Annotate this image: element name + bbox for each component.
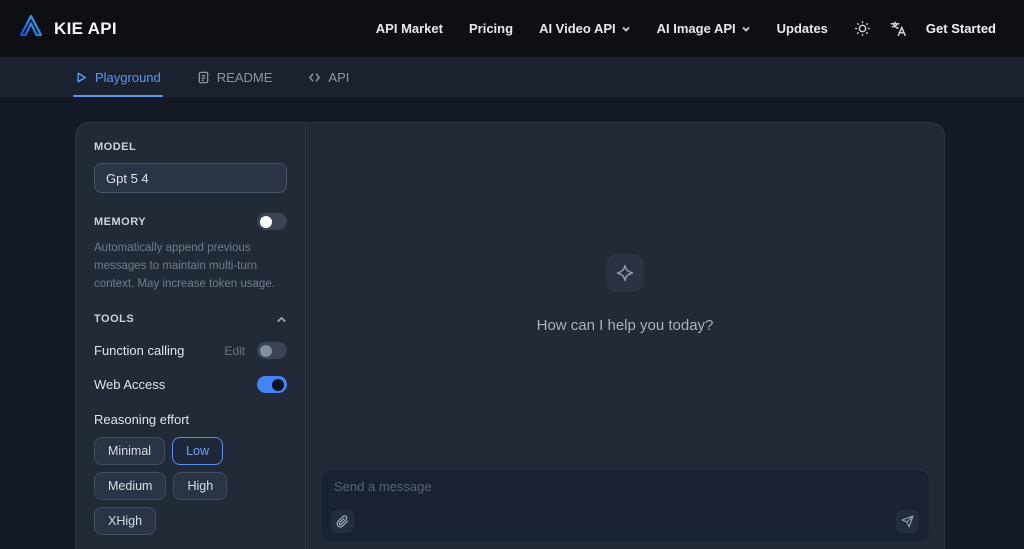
model-section-label: MODEL <box>94 141 137 153</box>
theme-toggle-sun-icon[interactable] <box>854 20 871 37</box>
sparkle-icon <box>606 254 644 292</box>
header-nav: API Market Pricing AI Video API AI Image… <box>376 21 828 36</box>
memory-toggle[interactable] <box>257 213 287 230</box>
nav-pricing[interactable]: Pricing <box>469 21 513 36</box>
message-input[interactable] <box>334 479 889 503</box>
code-brackets-icon <box>309 73 321 81</box>
reasoning-option-low[interactable]: Low <box>172 437 223 466</box>
tab-readme[interactable]: README <box>197 57 272 97</box>
web-access-toggle[interactable] <box>257 376 287 394</box>
function-calling-edit-button[interactable]: Edit <box>224 344 245 358</box>
reasoning-effort-label: Reasoning effort <box>94 412 190 428</box>
brand-name: KIE API <box>54 18 117 38</box>
playground-card: MODEL MEMORY Automatically append previo… <box>75 122 945 549</box>
web-access-label: Web Access <box>94 377 166 393</box>
settings-panel: MODEL MEMORY Automatically append previo… <box>76 123 306 549</box>
chevron-down-icon <box>621 26 630 32</box>
brand[interactable]: KIE API <box>18 13 117 44</box>
document-icon <box>198 71 209 83</box>
nav-ai-video-api[interactable]: AI Video API <box>539 21 631 36</box>
tools-section-header[interactable]: TOOLS <box>94 313 287 325</box>
chat-empty-state: How can I help you today? <box>306 254 944 334</box>
empty-state-text: How can I help you today? <box>536 317 714 334</box>
reasoning-option-minimal[interactable]: Minimal <box>94 437 166 466</box>
message-composer[interactable] <box>320 469 930 543</box>
model-input[interactable] <box>94 163 287 193</box>
tab-playground[interactable]: Playground <box>73 57 163 97</box>
function-calling-label: Function calling <box>94 343 185 359</box>
tab-api[interactable]: API <box>308 57 349 97</box>
send-message-button[interactable] <box>896 510 919 533</box>
reasoning-option-medium[interactable]: Medium <box>94 472 167 501</box>
tab-bar: Playground README API <box>0 57 1024 97</box>
chat-area: How can I help you today? <box>306 123 944 549</box>
memory-description: Automatically append previous messages t… <box>94 242 275 290</box>
function-calling-toggle[interactable] <box>257 342 287 360</box>
kie-logo-icon <box>18 13 44 44</box>
paperclip-icon <box>336 515 349 528</box>
get-started-button[interactable]: Get Started <box>926 21 996 36</box>
chevron-up-icon <box>277 316 286 322</box>
language-translate-icon[interactable] <box>889 20 906 37</box>
attach-file-button[interactable] <box>331 510 354 533</box>
nav-ai-image-api[interactable]: AI Image API <box>657 21 751 36</box>
tools-section-label: TOOLS <box>94 313 135 326</box>
memory-section-label: MEMORY <box>94 215 147 228</box>
nav-api-market[interactable]: API Market <box>376 21 443 36</box>
chevron-down-icon <box>741 26 750 32</box>
reasoning-option-xhigh[interactable]: XHigh <box>94 507 157 536</box>
play-icon <box>77 72 86 82</box>
nav-updates[interactable]: Updates <box>777 21 828 36</box>
reasoning-effort-options: Minimal Low Medium High XHigh <box>94 437 287 536</box>
reasoning-option-high[interactable]: High <box>173 472 228 501</box>
top-header: KIE API API Market Pricing AI Video API … <box>0 0 1024 57</box>
paper-plane-icon <box>901 515 914 528</box>
